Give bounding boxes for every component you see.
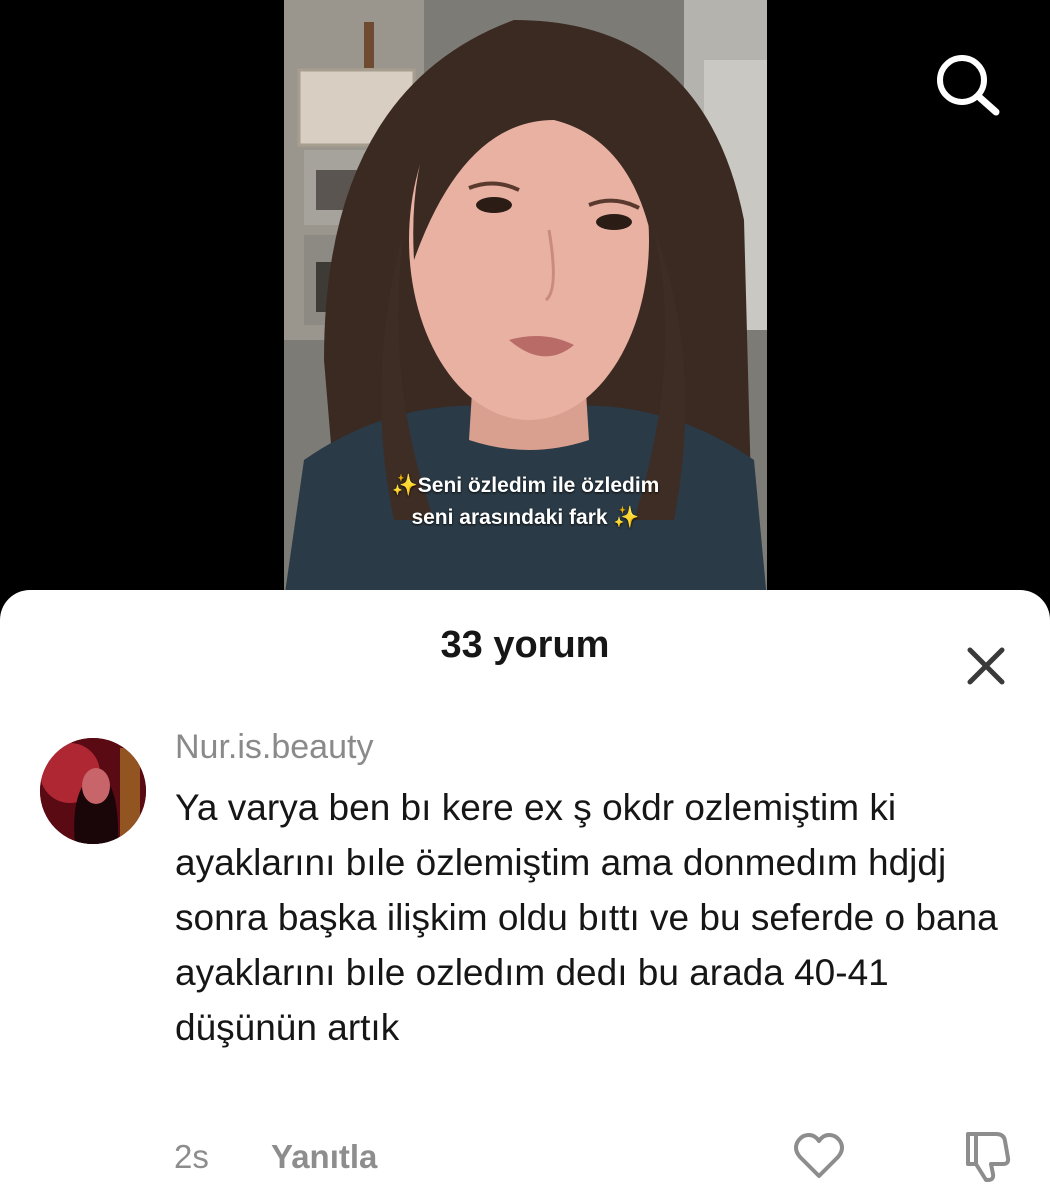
comments-count-title: 33 yorum <box>440 624 610 666</box>
dislike-button[interactable] <box>960 1128 1014 1184</box>
comments-sheet: 33 yorum Nur.is.beauty Ya varya ben bı k… <box>0 590 1050 1200</box>
caption-line-2: seni arasındaki fark ✨ <box>284 502 767 534</box>
video-caption: ✨Seni özledim ile özledim seni arasındak… <box>284 470 767 534</box>
thumbs-down-icon <box>966 1132 1011 1182</box>
sparkle-icon: ✨ <box>613 506 640 529</box>
search-icon <box>937 55 1000 116</box>
screen: ✨Seni özledim ile özledim seni arasındak… <box>0 0 1050 1200</box>
caption-text-1: Seni özledim ile özledim <box>417 474 660 497</box>
comment-text: Ya varya ben bı kere ex ş okdr ozlemişti… <box>175 787 998 1048</box>
like-button[interactable] <box>792 1130 846 1182</box>
reply-button[interactable]: Yanıtla <box>271 1138 377 1176</box>
caption-text-2: seni arasındaki fark <box>411 506 608 529</box>
video-player[interactable]: ✨Seni özledim ile özledim seni arasındak… <box>284 0 767 600</box>
sparkle-icon: ✨ <box>391 474 418 497</box>
comment-timestamp: 2s <box>174 1138 209 1175</box>
avatar-image <box>40 738 146 844</box>
heart-icon <box>794 1133 844 1178</box>
close-button[interactable] <box>958 638 1014 694</box>
comment-username[interactable]: Nur.is.beauty <box>175 728 373 767</box>
close-icon <box>967 647 1005 685</box>
search-button[interactable] <box>930 50 1006 120</box>
avatar[interactable] <box>40 738 146 844</box>
caption-line-1: ✨Seni özledim ile özledim <box>284 470 767 502</box>
